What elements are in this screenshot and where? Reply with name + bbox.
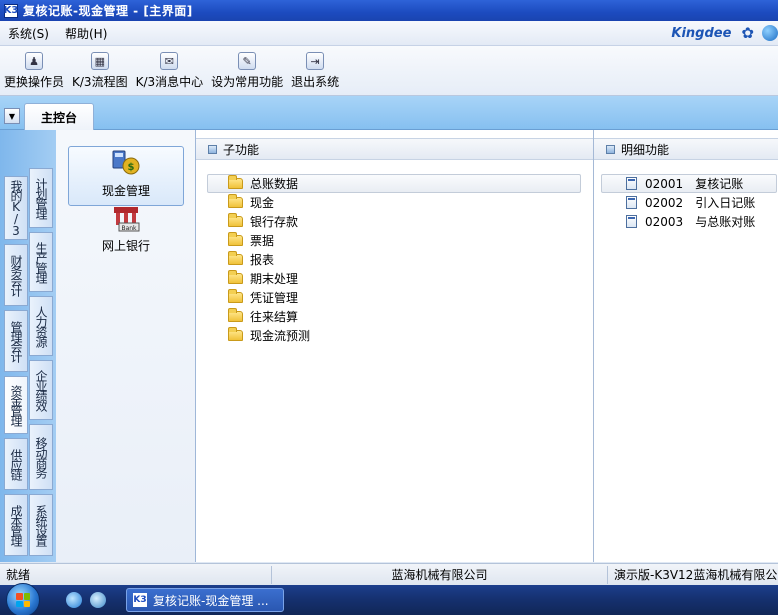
- user-switch-icon: ♟: [25, 52, 43, 70]
- toolbar: ♟ 更换操作员 ▦ K/3流程图 ✉ K/3消息中心 ✎ 设为常用功能 ⇥ 退出…: [0, 46, 778, 96]
- brand-area: Kingdee ✿: [671, 23, 778, 43]
- folder-icon: [228, 213, 243, 227]
- folder-icon: [228, 232, 243, 246]
- sidebar-tab-supply-chain[interactable]: 供应链: [4, 438, 28, 490]
- document-icon: [626, 215, 637, 228]
- tree-item-bank-deposit[interactable]: 银行存款: [208, 212, 581, 231]
- module-label: 现金管理: [101, 184, 150, 198]
- folder-icon: [228, 270, 243, 284]
- sidebar-tab-management-accounting[interactable]: 管理会计: [4, 310, 28, 372]
- set-favorite-button[interactable]: ✎ 设为常用功能: [211, 46, 283, 95]
- svg-text:Bank: Bank: [121, 225, 137, 232]
- subfunction-tree: 总账数据 现金 银行存款 票据 报表 期末处理 凭证管理 往来结算 现金流预测: [207, 174, 581, 345]
- header-square-icon: [208, 144, 217, 154]
- favorite-edit-icon: ✎: [238, 52, 257, 70]
- module-panel: $ 现金管理 Bank 网上银行: [56, 130, 196, 562]
- taskbar: K3 复核记账-现金管理 ...: [0, 583, 778, 615]
- tree-item-notes[interactable]: 票据: [208, 231, 581, 250]
- flowchart-button[interactable]: ▦ K/3流程图: [72, 46, 128, 95]
- menu-bar: 系统(S) 帮助(H) Kingdee ✿: [0, 21, 778, 46]
- tab-main-console[interactable]: 主控台: [24, 103, 94, 130]
- module-label: 网上银行: [101, 239, 150, 253]
- sidebar-tab-fund-management[interactable]: 资金管理: [4, 376, 28, 434]
- sidebar-tab-performance[interactable]: 企业绩效: [29, 360, 53, 420]
- people-logo-icon: ✿: [741, 24, 754, 42]
- sidebar-tab-system-settings[interactable]: 系统设置: [29, 494, 53, 556]
- start-button[interactable]: [6, 583, 40, 615]
- flowchart-icon: ▦: [90, 52, 109, 70]
- windows-logo-icon: [16, 593, 30, 607]
- cash-management-icon: $: [111, 148, 141, 178]
- tree-item-reports[interactable]: 报表: [208, 250, 581, 269]
- detail-panel: 明细功能 02001 复核记账 02002 引入日记账 02003 与总账对账: [594, 130, 778, 562]
- tree-item-voucher-management[interactable]: 凭证管理: [208, 288, 581, 307]
- exit-icon: ⇥: [306, 52, 325, 70]
- detail-item-import-journal[interactable]: 02002 引入日记账: [602, 193, 777, 212]
- menu-help[interactable]: 帮助(H): [65, 25, 107, 42]
- module-online-bank[interactable]: Bank 网上银行: [68, 204, 184, 260]
- folder-icon: [228, 327, 243, 341]
- folder-icon: [228, 308, 243, 322]
- chevron-down-icon[interactable]: ▼: [4, 108, 20, 124]
- folder-icon: [228, 194, 243, 208]
- tab-strip: ▼ 主控台: [0, 96, 778, 130]
- sidebar-tab-mobile-commerce[interactable]: 移动商务: [29, 424, 53, 490]
- change-operator-button[interactable]: ♟ 更换操作员: [4, 46, 64, 95]
- sidebar: 我的K/3 财务会计 管理会计 资金管理 供应链 成本管理 计划管理 生产管理 …: [0, 130, 56, 562]
- document-icon: [626, 196, 637, 209]
- title-bar: K3 复核记账-现金管理 - [主界面]: [0, 0, 778, 21]
- module-cash-management[interactable]: $ 现金管理: [68, 146, 184, 206]
- tree-item-ledger-data[interactable]: 总账数据: [207, 174, 581, 193]
- svg-text:$: $: [128, 162, 135, 173]
- sidebar-tab-planning[interactable]: 计划管理: [29, 168, 53, 228]
- sidebar-tab-production[interactable]: 生产管理: [29, 232, 53, 292]
- bank-icon: Bank: [111, 203, 141, 233]
- detail-item-reconcile-ledger[interactable]: 02003 与总账对账: [602, 212, 777, 231]
- sidebar-tab-cost-management[interactable]: 成本管理: [4, 494, 28, 556]
- sidebar-tab-finance[interactable]: 财务会计: [4, 244, 28, 306]
- tree-item-period-end[interactable]: 期末处理: [208, 269, 581, 288]
- detail-list: 02001 复核记账 02002 引入日记账 02003 与总账对账: [601, 174, 777, 231]
- folder-open-icon: [228, 175, 243, 189]
- kingdee-logo: Kingdee: [671, 25, 732, 41]
- tree-item-cash[interactable]: 现金: [208, 193, 581, 212]
- header-square-icon: [606, 144, 615, 154]
- folder-icon: [228, 289, 243, 303]
- detail-item-review-posting[interactable]: 02001 复核记账: [601, 174, 777, 193]
- ie-icon[interactable]: [66, 592, 82, 608]
- tree-item-settlement[interactable]: 往来结算: [208, 307, 581, 326]
- app-icon: K3: [3, 3, 19, 18]
- folder-icon: [228, 251, 243, 265]
- window-title: 复核记账-现金管理 - [主界面]: [23, 4, 193, 18]
- globe-icon: [762, 25, 778, 41]
- sidebar-tab-my-k3[interactable]: 我的K/3: [4, 176, 28, 240]
- status-company: 蓝海机械有限公司: [272, 565, 608, 584]
- browser-quicklaunch-icon[interactable]: [90, 592, 106, 608]
- subfunction-panel: 子功能 总账数据 现金 银行存款 票据 报表 期末处理 凭证管理 往来结算 现金…: [196, 130, 594, 562]
- menu-system[interactable]: 系统(S): [8, 25, 49, 42]
- status-version: 演示版-K3V12蓝海机械有限公司: [614, 568, 778, 582]
- app-icon: K3: [133, 593, 147, 607]
- status-ready: 就绪: [0, 565, 272, 584]
- message-center-icon: ✉: [160, 52, 179, 70]
- taskbar-window-button[interactable]: K3 复核记账-现金管理 ...: [126, 588, 284, 612]
- exit-system-button[interactable]: ⇥ 退出系统: [291, 46, 339, 95]
- tree-item-cashflow-forecast[interactable]: 现金流预测: [208, 326, 581, 345]
- subfunction-header: 子功能: [196, 138, 593, 160]
- message-center-button[interactable]: ✉ K/3消息中心: [136, 46, 203, 95]
- document-icon: [626, 177, 637, 190]
- detail-header: 明细功能: [594, 138, 778, 160]
- sidebar-tab-hr[interactable]: 人力资源: [29, 296, 53, 356]
- status-bar: 就绪 蓝海机械有限公司 演示版-K3V12蓝海机械有限公司: [0, 563, 778, 585]
